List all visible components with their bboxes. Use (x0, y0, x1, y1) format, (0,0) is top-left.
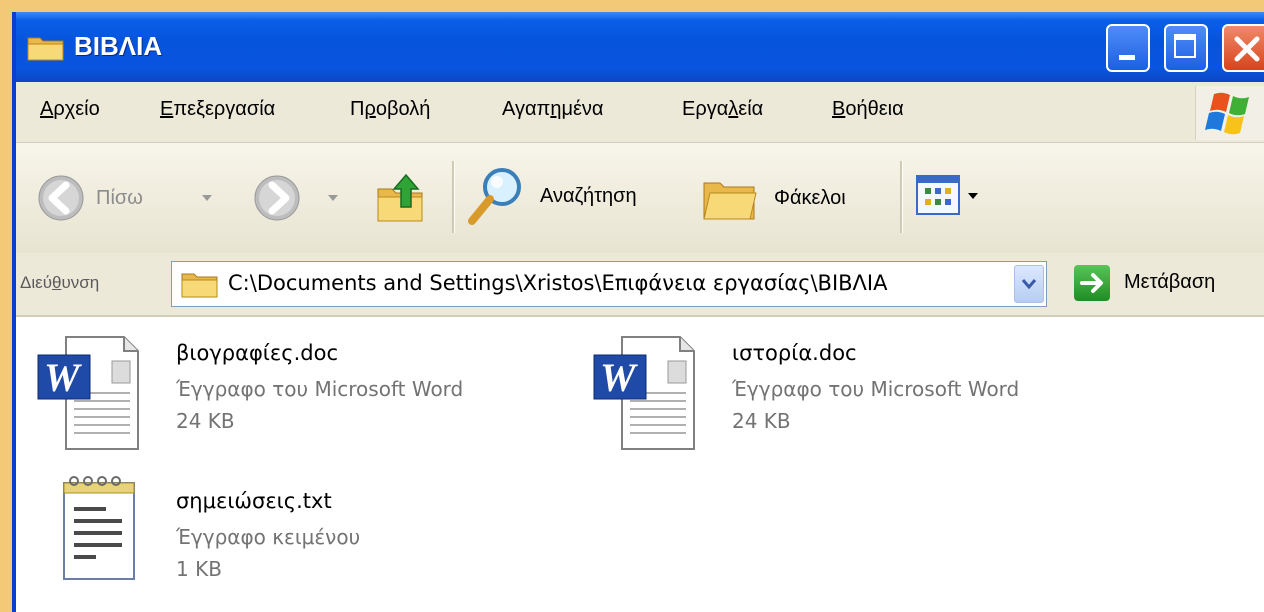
menu-favorites-accel: η (550, 98, 562, 120)
address-path: C:\Documents and Settings\Xristos\Επιφάν… (228, 271, 888, 295)
menu-view-accel: ρ (364, 98, 376, 120)
folder-up-icon (377, 173, 423, 222)
menu-tools-accel: λ (728, 98, 739, 120)
folders-icon (703, 182, 757, 220)
menu-file-rest: ρχείο (53, 98, 100, 120)
menu-favorites-rest: μένα (561, 98, 604, 120)
menu-help-accel: Β (832, 98, 846, 120)
svg-text:W: W (44, 355, 82, 400)
window-title: ΒΙΒΛΙΑ (74, 31, 163, 61)
back-arrow-icon (38, 175, 84, 221)
search-label: Αναζήτηση (540, 185, 637, 207)
menu-help-rest: οήθεια (845, 98, 904, 120)
go-button[interactable] (1074, 265, 1110, 301)
word-document-icon: W (37, 336, 139, 450)
menu-edit[interactable]: Επεξεργασία (160, 98, 275, 121)
menu-view[interactable]: Προβολή (350, 98, 430, 121)
toolbar-separator-2 (900, 161, 903, 233)
go-arrow-icon (1080, 273, 1103, 293)
file-name: ιστορία.doc (732, 341, 857, 365)
menu-tools-pre: Εργα (682, 98, 729, 120)
address-input[interactable]: C:\Documents and Settings\Xristos\Επιφάν… (171, 261, 1047, 307)
menu-edit-rest: πεξεργασία (173, 98, 276, 120)
toolbar-separator (452, 161, 455, 233)
file-item[interactable]: W ιστορία.doc Έγγραφο του Microsoft Word… (592, 333, 1132, 457)
address-label-accel: θ (52, 273, 62, 292)
chevron-down-icon (1021, 279, 1037, 290)
folders-label: Φάκελοι (774, 187, 846, 209)
file-type: Έγγραφο του Microsoft Word (732, 377, 1020, 401)
windows-flag-icon (1205, 92, 1249, 135)
file-type: Έγγραφο του Microsoft Word (176, 377, 464, 401)
back-button[interactable]: Πίσω (36, 173, 186, 225)
close-icon (1234, 36, 1260, 62)
text-document-icon (63, 476, 135, 580)
minimize-button[interactable] (1106, 24, 1150, 72)
go-label[interactable]: Μετάβαση (1124, 271, 1215, 294)
file-list: W βιογραφίες.doc Έγγραφο του Microsoft W… (16, 317, 1264, 612)
back-label: Πίσω (96, 187, 143, 209)
menu-view-rest: οβολή (375, 98, 431, 120)
magnifier-icon (468, 168, 521, 225)
menu-favorites[interactable]: Αγαπημένα (502, 98, 603, 121)
views-dropdown-icon (968, 193, 978, 199)
folders-button[interactable]: Φάκελοι (700, 167, 890, 231)
forward-button[interactable] (252, 173, 304, 225)
forward-dropdown-icon[interactable] (328, 195, 338, 201)
word-document-icon: W (593, 336, 695, 450)
address-bar: Διεύθυνση C:\Documents and Settings\Xris… (16, 253, 1264, 317)
folder-icon (181, 273, 218, 298)
menu-view-pre: Π (350, 98, 365, 120)
file-size: 24 KB (732, 409, 791, 433)
maximize-button[interactable] (1164, 24, 1208, 72)
views-icon (916, 175, 960, 215)
menu-tools-rest: εία (738, 98, 764, 120)
address-dropdown-button[interactable] (1014, 265, 1044, 303)
back-dropdown-icon[interactable] (202, 195, 212, 201)
menu-bar: Αρχείο Επεξεργασία Προβολή Αγαπημένα Εργ… (16, 82, 1264, 143)
title-bar[interactable]: ΒΙΒΛΙΑ (16, 12, 1264, 82)
svg-text:W: W (600, 355, 638, 400)
menu-favorites-pre: Αγαπ (502, 98, 551, 120)
file-name: σημειώσεις.txt (176, 489, 332, 513)
close-button[interactable] (1222, 24, 1264, 72)
folder-icon (27, 37, 64, 61)
search-button[interactable]: Αναζήτηση (466, 165, 692, 229)
up-folder-button[interactable] (372, 167, 432, 227)
standard-toolbar: Πίσω Αναζήτηση Φάκελοι (16, 143, 1264, 254)
explorer-window: ΒΙΒΛΙΑ Αρχείο Επεξεργασία Προβολή Αγαπημ… (12, 12, 1264, 612)
menu-help[interactable]: Βοήθεια (832, 98, 904, 121)
address-label: Διεύθυνση (20, 273, 100, 292)
windows-logo (1195, 86, 1264, 140)
file-name: βιογραφίες.doc (176, 341, 338, 365)
file-type: Έγγραφο κειμένου (176, 525, 361, 549)
views-button[interactable] (916, 175, 982, 221)
menu-file-accel: Α (40, 98, 54, 120)
menu-tools[interactable]: Εργαλεία (682, 98, 763, 121)
menu-file[interactable]: Αρχείο (40, 98, 100, 121)
file-item[interactable]: σημειώσεις.txt Έγγραφο κειμένου 1 KB (36, 469, 576, 593)
file-item[interactable]: W βιογραφίες.doc Έγγραφο του Microsoft W… (36, 333, 576, 457)
menu-edit-accel: Ε (160, 98, 174, 120)
file-size: 1 KB (176, 557, 222, 581)
forward-arrow-icon (254, 175, 300, 221)
file-size: 24 KB (176, 409, 235, 433)
